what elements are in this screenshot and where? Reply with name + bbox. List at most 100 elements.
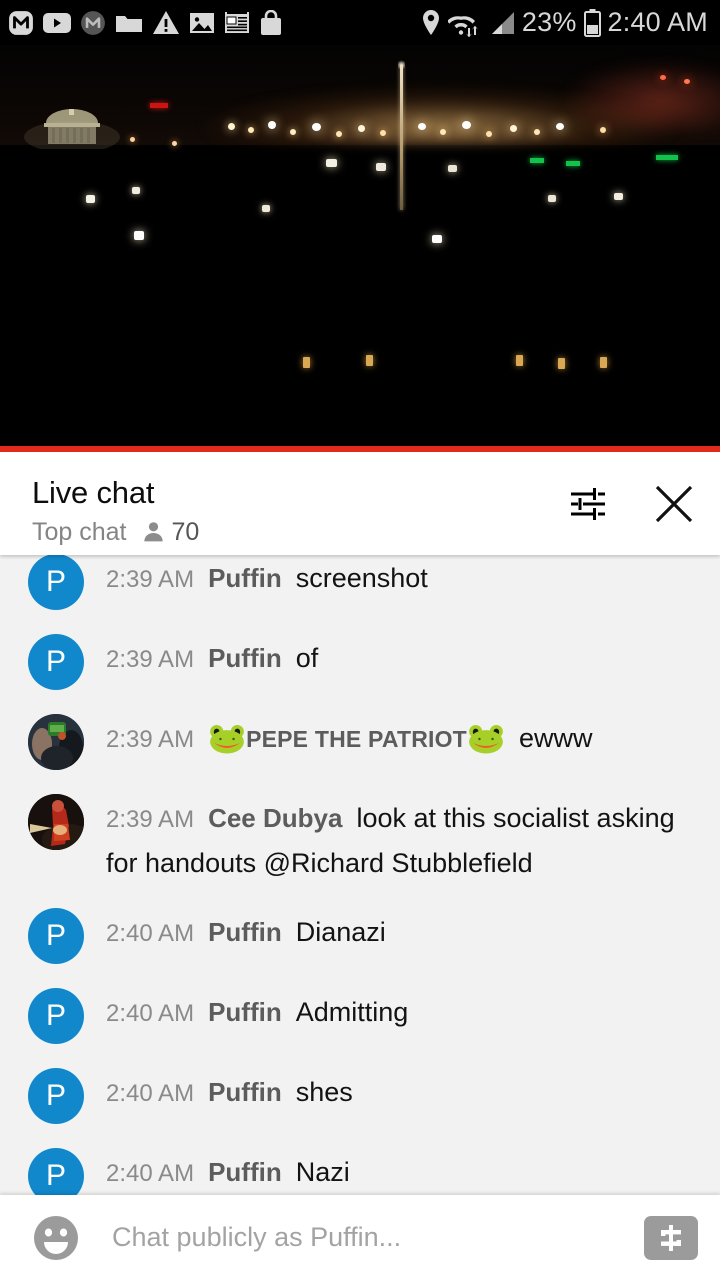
location-pin-icon xyxy=(422,9,439,35)
chat-message-text: of xyxy=(295,643,319,673)
green-sign-light xyxy=(530,158,544,163)
chat-message-row[interactable]: 2:39 AM Cee Dubya look at this socialist a… xyxy=(0,785,720,899)
street-light xyxy=(448,165,457,172)
chat-message-body: 2:39 AM PEPE THE PATRIOT ewww xyxy=(106,714,698,765)
city-light xyxy=(228,123,235,130)
green-sign-light xyxy=(656,155,678,160)
chat-message-author[interactable]: PEPE THE PATRIOT xyxy=(208,723,505,754)
street-light xyxy=(262,205,270,212)
city-light xyxy=(534,129,540,135)
avatar[interactable]: P xyxy=(28,908,84,964)
city-light xyxy=(290,129,296,135)
street-light xyxy=(134,231,144,240)
chat-message-input[interactable] xyxy=(112,1222,634,1253)
chat-settings-button[interactable] xyxy=(566,482,610,526)
chat-mode-selector[interactable]: Top chat xyxy=(32,518,127,546)
city-light xyxy=(660,75,666,80)
window-light xyxy=(366,355,373,366)
emoji-picker-button[interactable] xyxy=(28,1210,84,1266)
chat-message-author[interactable]: Puffin xyxy=(208,1157,282,1187)
frog-emoji-icon xyxy=(210,724,244,754)
window-light xyxy=(303,357,310,368)
chat-message-body: 2:40 AM Puffin Dianazi xyxy=(106,908,698,959)
live-chat-subheader: Top chat 70 xyxy=(32,518,566,546)
frog-emoji-icon xyxy=(469,724,503,754)
city-light xyxy=(380,130,386,136)
avatar[interactable]: P xyxy=(28,555,84,610)
emoji-smiley-icon xyxy=(34,1215,78,1260)
warning-triangle-icon xyxy=(153,11,179,34)
chat-message-text: shes xyxy=(295,1077,353,1107)
viewer-count-label: 70 xyxy=(171,518,200,546)
chat-message-body: 2:39 AM Puffin screenshot xyxy=(106,555,698,605)
chat-message-author[interactable]: Cee Dubya xyxy=(208,803,342,833)
avatar[interactable]: P xyxy=(28,988,84,1044)
chat-message-row[interactable]: P 2:40 AM Puffin Nazi xyxy=(0,1139,720,1195)
image-icon xyxy=(190,12,214,33)
street-light xyxy=(432,235,442,243)
folder-icon xyxy=(116,15,142,32)
chat-message-row[interactable]: P 2:40 AM Puffin Admitting xyxy=(0,979,720,1059)
chat-message-row[interactable]: P 2:39 AM Puffin of xyxy=(0,625,720,705)
shopping-bag-icon xyxy=(261,9,281,35)
city-light xyxy=(556,123,564,130)
city-light xyxy=(418,123,426,130)
live-chat-header-actions xyxy=(566,474,696,526)
mail-circle-icon xyxy=(81,10,105,35)
chat-message-row[interactable]: 2:39 AM PEPE THE PATRIOT ewww xyxy=(0,705,720,785)
city-light xyxy=(312,123,321,131)
live-chat-header: Live chat Top chat 70 xyxy=(0,452,720,555)
city-light xyxy=(440,129,446,135)
city-light xyxy=(130,137,135,142)
chat-message-author[interactable]: Puffin xyxy=(208,917,282,947)
live-chat-header-text: Live chat Top chat 70 xyxy=(32,474,566,546)
chat-message-timestamp: 2:39 AM xyxy=(106,806,195,833)
street-light xyxy=(548,195,556,202)
tune-sliders-icon xyxy=(571,488,605,520)
chat-message-timestamp: 2:40 AM xyxy=(106,1160,195,1187)
close-chat-button[interactable] xyxy=(652,482,696,526)
avatar[interactable] xyxy=(28,714,84,770)
chat-message-author[interactable]: Puffin xyxy=(208,997,282,1027)
avatar-initial: P xyxy=(45,1159,66,1192)
city-light xyxy=(600,127,606,133)
page-title: Live chat xyxy=(32,475,155,510)
red-sign-light xyxy=(150,103,168,108)
youtube-icon xyxy=(43,12,71,33)
street-light xyxy=(86,195,95,203)
avatar[interactable]: P xyxy=(28,634,84,690)
status-bar-notification-icons xyxy=(8,9,283,36)
chat-message-text: Nazi xyxy=(295,1157,350,1187)
avatar-initial: P xyxy=(45,645,66,678)
chat-message-row[interactable]: P 2:40 AM Puffin Dianazi xyxy=(0,899,720,979)
chat-message-body: 2:40 AM Puffin shes xyxy=(106,1068,698,1119)
chat-message-timestamp: 2:40 AM xyxy=(106,1080,195,1107)
chat-input-bar xyxy=(0,1195,720,1280)
news-icon xyxy=(225,11,249,33)
chat-message-text: Admitting xyxy=(295,997,409,1027)
battery-percent-label: 23% xyxy=(521,7,577,37)
chat-message-row[interactable]: P 2:40 AM Puffin shes xyxy=(0,1059,720,1139)
chat-message-timestamp: 2:40 AM xyxy=(106,1000,195,1027)
avatar[interactable] xyxy=(28,794,84,850)
chat-message-author[interactable]: Puffin xyxy=(208,643,282,673)
mail-app-icon xyxy=(9,10,33,35)
street-light xyxy=(376,163,386,171)
chat-message-list[interactable]: P 2:39 AM Puffin screenshot P 2:39 AM Puffin of… xyxy=(0,555,720,1195)
window-light xyxy=(600,357,607,368)
street-light xyxy=(326,159,337,167)
avatar[interactable]: P xyxy=(28,1148,84,1195)
battery-icon xyxy=(583,8,601,37)
chat-message-author[interactable]: Puffin xyxy=(208,563,282,593)
chat-message-body: 2:39 AM Cee Dubya look at this socialist a… xyxy=(106,794,698,890)
city-light xyxy=(462,121,471,129)
video-player[interactable] xyxy=(0,45,720,452)
super-chat-button[interactable] xyxy=(644,1215,698,1260)
chat-message-text: Dianazi xyxy=(295,917,386,947)
city-light-glow-right xyxy=(560,60,720,130)
chat-message-row[interactable]: P 2:39 AM Puffin screenshot xyxy=(0,555,720,625)
chat-message-author[interactable]: Puffin xyxy=(208,1077,282,1107)
window-light xyxy=(558,358,565,369)
avatar-initial: P xyxy=(45,919,66,952)
avatar[interactable]: P xyxy=(28,1068,84,1124)
